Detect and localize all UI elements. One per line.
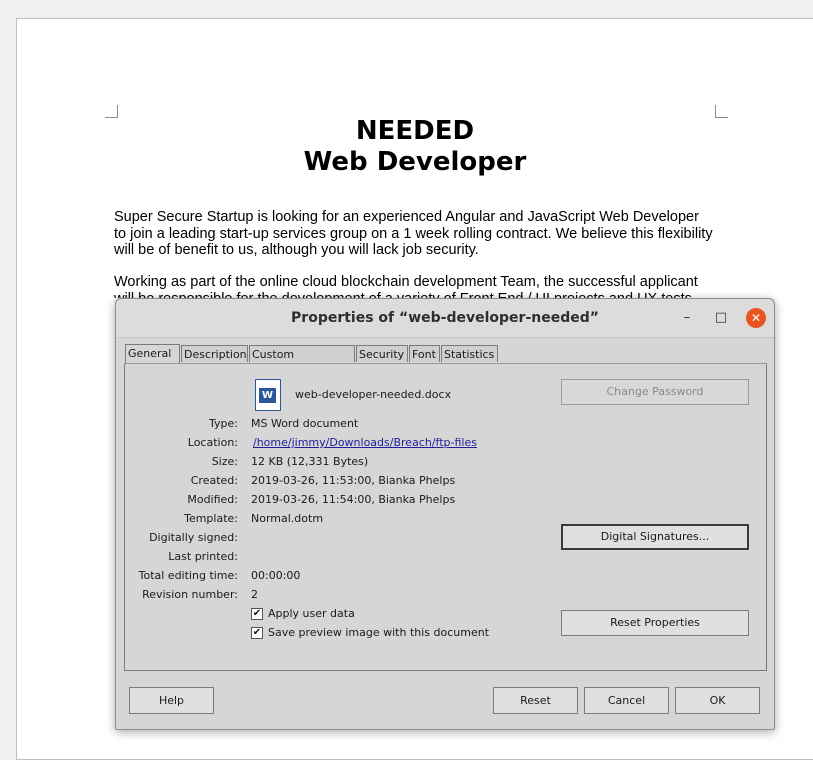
revision-number-value: 2	[251, 588, 258, 601]
created-value: 2019-03-26, 11:53:00, Bianka Phelps	[251, 474, 456, 487]
editing-time-label: Total editing time:	[138, 569, 238, 582]
properties-dialog: Properties of “web-developer-needed” – □…	[115, 298, 775, 730]
ok-button[interactable]: OK	[675, 687, 760, 714]
created-label: Created:	[190, 474, 238, 487]
type-label: Type:	[209, 417, 238, 430]
type-value: MS Word document	[251, 417, 359, 430]
modified-label: Modified:	[187, 493, 238, 506]
last-printed-label: Last printed:	[168, 550, 238, 563]
size-label: Size:	[211, 455, 238, 468]
reset-button[interactable]: Reset	[493, 687, 578, 714]
tab-general[interactable]: General	[125, 344, 180, 363]
template-label: Template:	[184, 512, 238, 525]
tab-description[interactable]: Description	[181, 345, 248, 362]
reset-properties-button[interactable]: Reset Properties	[561, 610, 749, 636]
maximize-icon[interactable]: □	[711, 308, 731, 328]
location-label: Location:	[187, 436, 238, 449]
document-paragraph-1: Super Secure Startup is looking for an e…	[114, 209, 713, 258]
change-password-button[interactable]: Change Password	[561, 379, 749, 405]
size-value: 12 KB (12,331 Bytes)	[251, 455, 369, 468]
minimize-icon[interactable]: –	[677, 308, 697, 328]
tab-custom-properties[interactable]: Custom Properties	[249, 345, 355, 378]
tab-statistics[interactable]: Statistics	[441, 345, 498, 362]
help-button[interactable]: Help	[129, 687, 214, 714]
tab-security[interactable]: Security	[356, 345, 408, 362]
digitally-signed-label: Digitally signed:	[149, 531, 238, 544]
document-subtitle: Web Developer	[303, 147, 527, 177]
tab-font[interactable]: Font	[409, 345, 440, 362]
digital-signatures-button[interactable]: Digital Signatures...	[561, 524, 749, 550]
cancel-button[interactable]: Cancel	[584, 687, 669, 714]
dialog-title: Properties of “web-developer-needed”	[291, 310, 599, 326]
save-preview-label[interactable]: Save preview image with this document	[268, 626, 489, 639]
word-document-icon	[255, 379, 281, 411]
modified-value: 2019-03-26, 11:54:00, Bianka Phelps	[251, 493, 456, 506]
file-name: web-developer-needed.docx	[295, 388, 452, 401]
save-preview-checkbox[interactable]: ✔	[251, 627, 263, 639]
editing-time-value: 00:00:00	[251, 569, 301, 582]
close-icon[interactable]: ✕	[746, 308, 766, 328]
apply-user-data-checkbox[interactable]: ✔	[251, 608, 263, 620]
revision-number-label: Revision number:	[142, 588, 238, 601]
document-paragraph-2: Working as part of the online cloud bloc…	[114, 274, 698, 298]
location-link[interactable]: /home/jimmy/Downloads/Breach/ftp-files	[253, 436, 477, 449]
template-value: Normal.dotm	[251, 512, 324, 525]
dialog-titlebar[interactable]: Properties of “web-developer-needed” – □…	[116, 299, 774, 338]
document-title: NEEDED	[355, 116, 475, 146]
apply-user-data-label[interactable]: Apply user data	[268, 607, 355, 620]
